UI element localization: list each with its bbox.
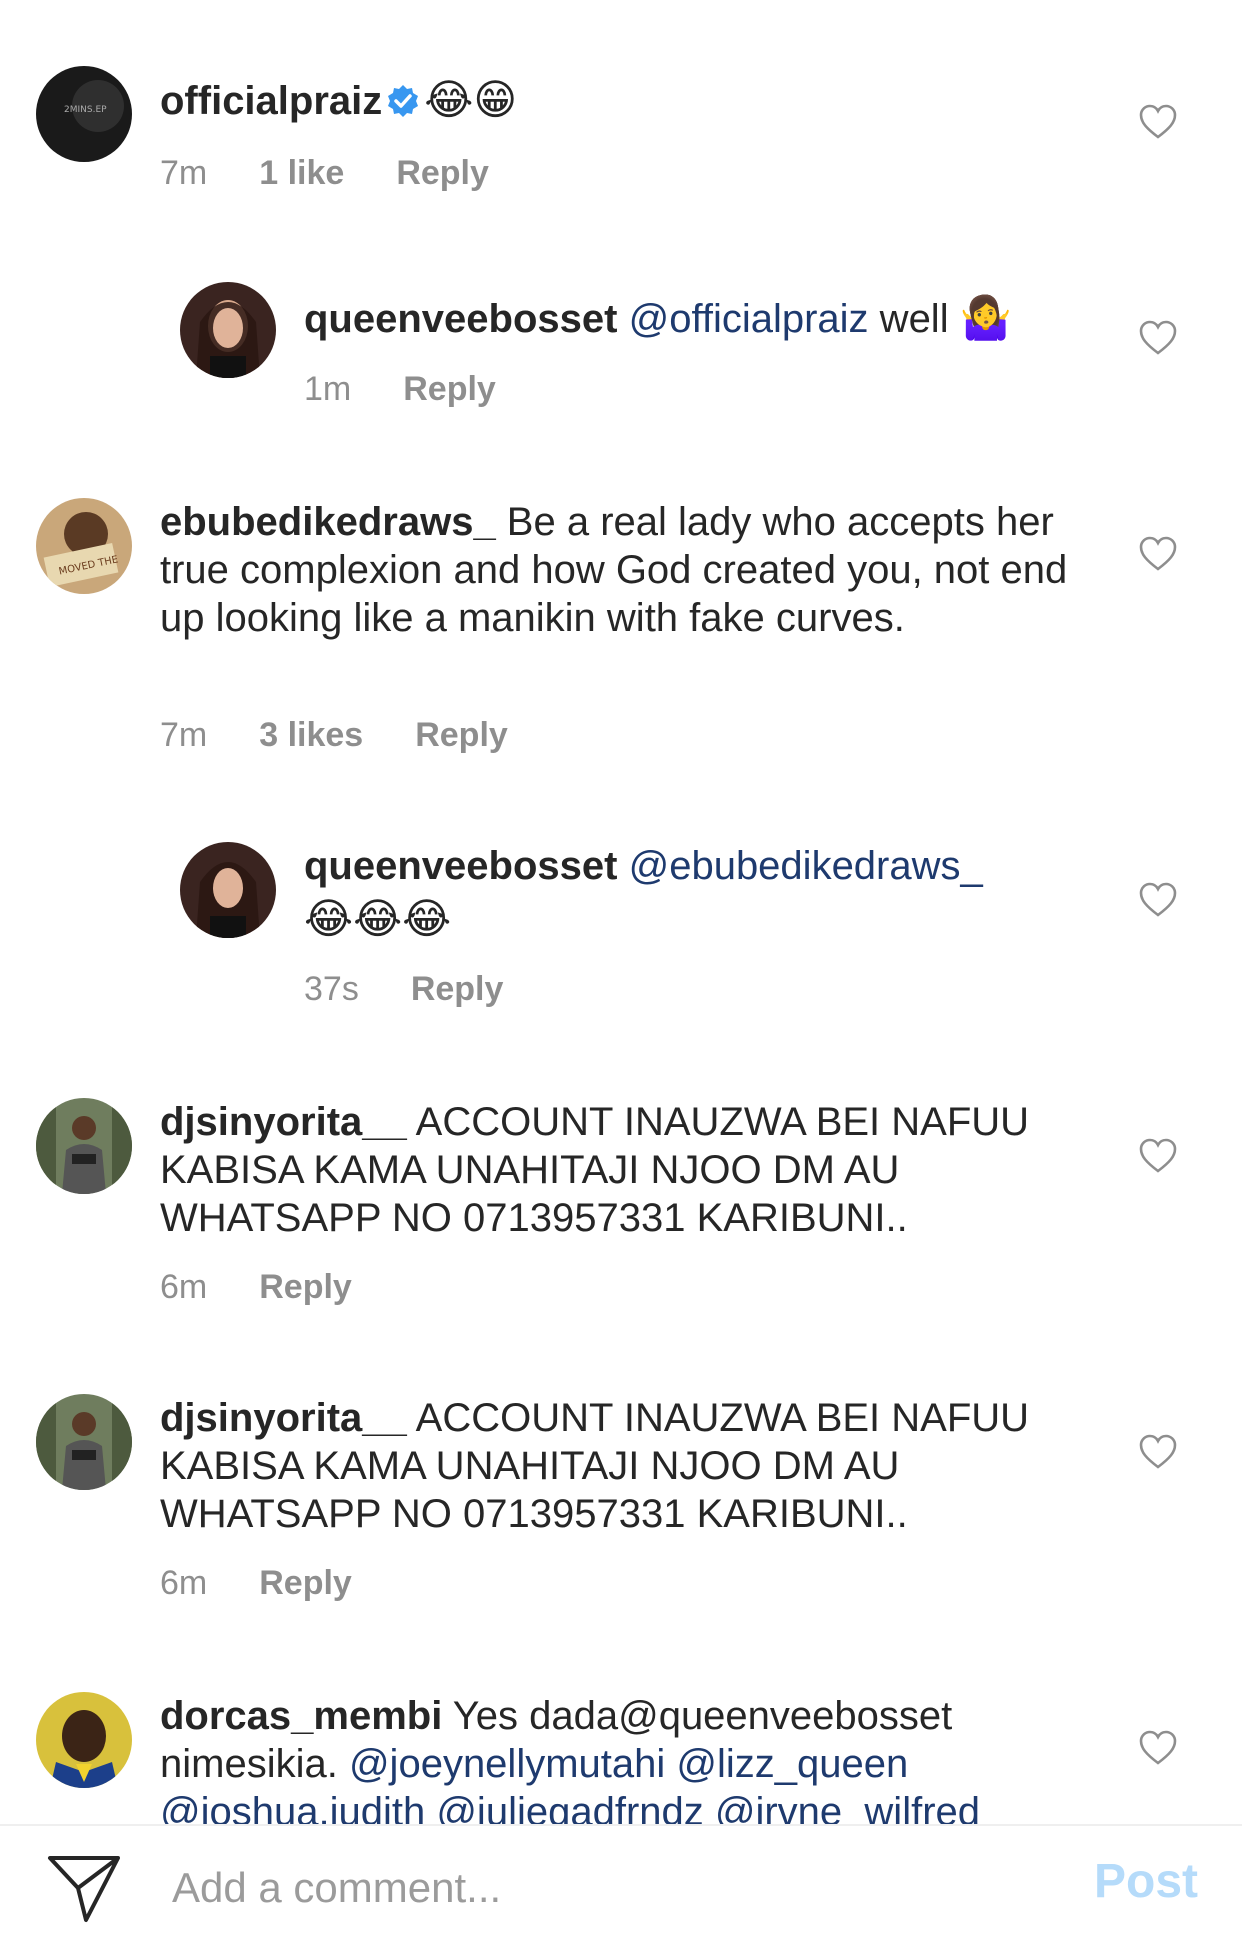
comment-time: 6m [160, 1268, 208, 1306]
comment-time: 7m [160, 716, 208, 754]
comment-username[interactable]: djsinyorita__ [160, 1396, 407, 1440]
heart-icon[interactable] [1138, 534, 1178, 574]
comment-meta: 7m 3 likes Reply [160, 716, 560, 755]
comment-time: 6m [160, 1564, 208, 1602]
paper-plane-icon[interactable] [46, 1852, 122, 1924]
likes-count[interactable]: 3 likes [259, 716, 363, 754]
comment-body: djsinyorita__ ACCOUNT INAUZWA BEI NAFUU … [160, 1098, 1080, 1242]
comment-meta: 6m Reply [160, 1564, 404, 1603]
avatar[interactable]: 2MINS.EP [36, 66, 132, 162]
comment-text: well [868, 297, 960, 341]
reply-button[interactable]: Reply [403, 370, 496, 408]
comment-meta: 6m Reply [160, 1268, 404, 1307]
reply-button[interactable]: Reply [411, 970, 504, 1008]
comment-time: 7m [160, 154, 208, 192]
likes-count[interactable]: 1 like [259, 154, 344, 192]
heart-icon[interactable] [1138, 880, 1178, 920]
comment-input[interactable] [172, 1858, 1052, 1918]
comment-body: queenveebosset @ebubedikedraws_ 😂😂😂 [304, 842, 1084, 948]
comment-composer: Post [0, 1824, 1242, 1950]
comment-username[interactable]: officialpraiz [160, 79, 382, 123]
avatar[interactable] [36, 1394, 132, 1490]
comment-body: queenveebosset @officialpraiz well 🤷‍♀️ [304, 294, 1084, 343]
avatar[interactable]: MOVED THE [36, 498, 132, 594]
heart-icon[interactable] [1138, 1432, 1178, 1472]
reply-button[interactable]: Reply [259, 1564, 352, 1602]
reply-button[interactable]: Reply [259, 1268, 352, 1306]
comment-username[interactable]: ebubedikedraws_ [160, 500, 496, 544]
comment-emoji: 😂😂😂 [304, 894, 452, 943]
comment-meta: 7m 1 like Reply [160, 154, 541, 193]
heart-icon[interactable] [1138, 318, 1178, 358]
mention-link[interactable]: @ebubedikedraws_ [629, 844, 983, 888]
comment-meta: 37s Reply [304, 970, 555, 1009]
verified-badge-icon [386, 81, 420, 129]
comment-username[interactable]: dorcas_membi [160, 1694, 442, 1738]
heart-icon[interactable] [1138, 1136, 1178, 1176]
comment-list: 2MINS.EP officialpraiz 😂😁 7m 1 like Reply q… [0, 0, 1242, 1824]
mention-link[interactable]: @officialpraiz [629, 297, 869, 341]
comment-username[interactable]: queenveebosset [304, 297, 617, 341]
reply-button[interactable]: Reply [396, 154, 489, 192]
avatar[interactable] [36, 1692, 132, 1788]
comment-emoji: 😂😁 [424, 75, 518, 124]
reply-button[interactable]: Reply [415, 716, 508, 754]
comment-emoji: 🤷‍♀️ [959, 293, 1012, 342]
comment-body: djsinyorita__ ACCOUNT INAUZWA BEI NAFUU … [160, 1394, 1080, 1538]
avatar[interactable] [36, 1098, 132, 1194]
avatar[interactable] [180, 282, 276, 378]
post-button[interactable]: Post [1094, 1854, 1198, 1909]
comment-body: ebubedikedraws_ Be a real lady who accep… [160, 498, 1080, 642]
heart-icon[interactable] [1138, 1728, 1178, 1768]
comment-username[interactable]: queenveebosset [304, 844, 617, 888]
avatar[interactable] [180, 842, 276, 938]
svg-text:2MINS.EP: 2MINS.EP [64, 105, 107, 115]
heart-icon[interactable] [1138, 102, 1178, 142]
comment-time: 37s [304, 970, 359, 1008]
comment-body: officialpraiz 😂😁 [160, 76, 1060, 129]
comment-time: 1m [304, 370, 352, 408]
comment-meta: 1m Reply [304, 370, 548, 409]
comment-body: dorcas_membi Yes dada@queenveebosset nim… [160, 1692, 1080, 1824]
comment-username[interactable]: djsinyorita__ [160, 1100, 407, 1144]
